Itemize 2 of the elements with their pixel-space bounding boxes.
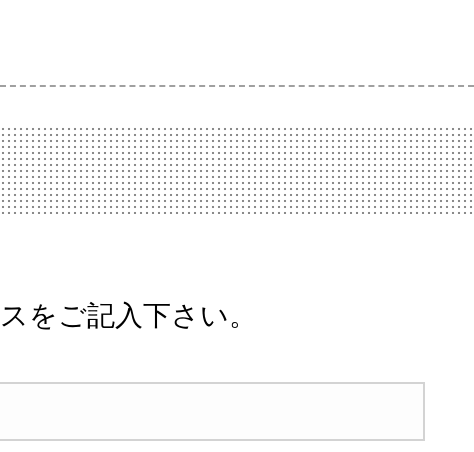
input-field[interactable] xyxy=(0,382,425,441)
instruction-text: スをご記入下さい。 xyxy=(0,298,258,334)
